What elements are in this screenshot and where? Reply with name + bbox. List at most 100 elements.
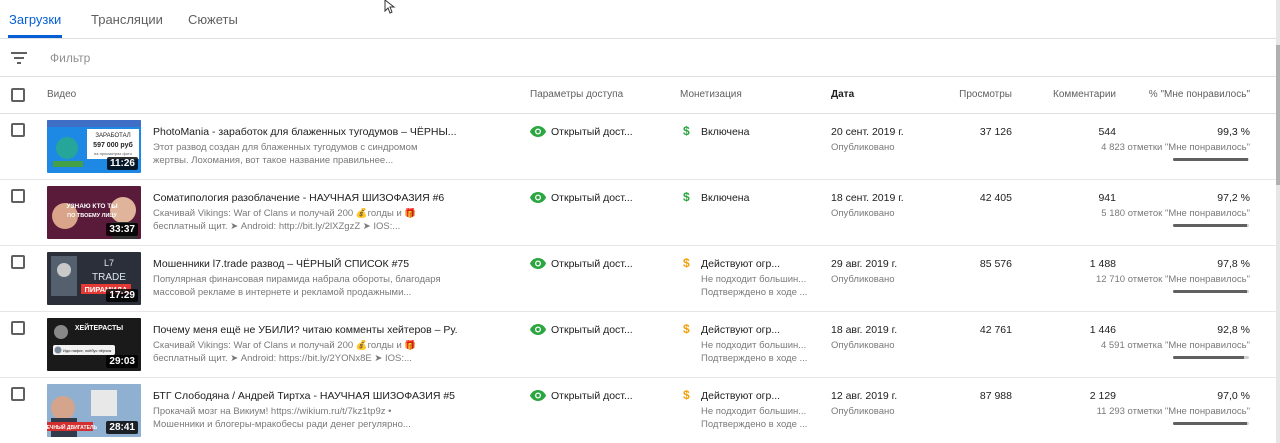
- video-duration: 28:41: [106, 421, 138, 434]
- comments-count[interactable]: 941: [1046, 192, 1116, 204]
- video-title[interactable]: PhotoMania - заработок для блаженных туг…: [153, 126, 458, 138]
- likes-ratio-bar: [1173, 290, 1249, 293]
- visibility-dropdown[interactable]: Открытый дост...: [530, 191, 650, 205]
- svg-text:УЗНАЮ КТО ТЫ: УЗНАЮ КТО ТЫ: [66, 203, 117, 210]
- svg-text:ХЕЙТЕРАСТЫ: ХЕЙТЕРАСТЫ: [75, 323, 123, 332]
- scrollbar[interactable]: [1276, 0, 1280, 443]
- column-video: Видео: [47, 89, 77, 100]
- table-row[interactable]: L7TRADEПИРАМИДА 17:29 Мошенники l7.trade…: [0, 246, 1276, 312]
- publish-status: Опубликовано: [831, 142, 895, 153]
- monetization-details: Не подходит большин... Подтверждено в хо…: [701, 406, 811, 431]
- publish-date: 20 сент. 2019 г.: [831, 126, 904, 138]
- likes-percent: 92,8 %: [1217, 324, 1250, 336]
- monetization-detail-line: Не подходит большин...: [701, 340, 807, 351]
- row-checkbox[interactable]: [11, 321, 25, 335]
- filter-icon[interactable]: [11, 52, 27, 64]
- views-count: 85 576: [979, 258, 1012, 270]
- video-thumbnail[interactable]: ВЕЧНЫЙ ДВИГАТЕЛЬ 28:41: [47, 384, 141, 437]
- dollar-icon[interactable]: $: [683, 124, 690, 138]
- visibility-dropdown[interactable]: Открытый дост...: [530, 257, 650, 271]
- video-description: Скачивай Vikings: War of Clans и получай…: [153, 340, 453, 365]
- likes-count: 4 823 отметки "Мне понравилось": [1101, 142, 1250, 153]
- column-comments[interactable]: Комментарии: [1036, 89, 1116, 100]
- likes-ratio-bar: [1173, 356, 1249, 359]
- publish-date: 12 авг. 2019 г.: [831, 390, 898, 402]
- video-description: Этот развод создан для блаженных тугодум…: [153, 142, 453, 167]
- description-line: Скачивай Vikings: War of Clans и получай…: [153, 208, 417, 219]
- dollar-icon[interactable]: $: [683, 388, 690, 402]
- description-line: Прокачай мозг на Викиум! https://wikium.…: [153, 406, 392, 417]
- likes-count: 4 591 отметка "Мне понравилось": [1100, 340, 1250, 351]
- description-line: массовой рекламе в интернете и рекламой …: [153, 286, 412, 298]
- svg-text:TRADE: TRADE: [92, 272, 126, 283]
- comments-count[interactable]: 2 129: [1046, 390, 1116, 402]
- description-line: Скачивай Vikings: War of Clans и получай…: [153, 340, 417, 351]
- monetization-detail-line: Не подходит большин...: [701, 274, 807, 285]
- video-title[interactable]: Мошенники l7.trade развод – ЧЁРНЫЙ СПИСО…: [153, 258, 458, 270]
- svg-text:ВЕЧНЫЙ ДВИГАТЕЛЬ: ВЕЧНЫЙ ДВИГАТЕЛЬ: [47, 423, 97, 431]
- visibility-label: Открытый дост...: [551, 324, 633, 336]
- visibility-dropdown[interactable]: Открытый дост...: [530, 389, 650, 403]
- row-checkbox[interactable]: [11, 189, 25, 203]
- likes-ratio-bar: [1173, 224, 1249, 227]
- svg-text:597 000 руб: 597 000 руб: [93, 141, 133, 149]
- visibility-label: Открытый дост...: [551, 258, 633, 270]
- select-all-checkbox[interactable]: [11, 88, 25, 102]
- eye-icon: [530, 192, 546, 203]
- dollar-icon[interactable]: $: [683, 256, 690, 270]
- monetization-label[interactable]: Действуют огр...: [701, 390, 780, 402]
- tab-stories[interactable]: Сюжеты: [188, 12, 238, 27]
- eye-icon: [530, 258, 546, 269]
- column-monetization[interactable]: Монетизация: [680, 89, 742, 100]
- monetization-label[interactable]: Действуют огр...: [701, 324, 780, 336]
- description-line: бесплатный щит. ➤ Android: http://bit.ly…: [153, 220, 401, 232]
- filter-input[interactable]: [50, 49, 350, 67]
- table-row[interactable]: ВЕЧНЫЙ ДВИГАТЕЛЬ 28:41 БТГ Слободяна / А…: [0, 378, 1276, 443]
- mouse-cursor-icon: [384, 0, 396, 14]
- description-line: Мошенники и блогеры-мракобесы ради денег…: [153, 418, 411, 430]
- video-title[interactable]: Почему меня ещё не УБИЛИ? читаю комменты…: [153, 324, 458, 336]
- tab-live[interactable]: Трансляции: [91, 12, 163, 27]
- scrollbar-thumb[interactable]: [1276, 45, 1280, 185]
- dollar-icon[interactable]: $: [683, 190, 690, 204]
- comments-count[interactable]: 1 446: [1046, 324, 1116, 336]
- likes-percent: 99,3 %: [1217, 126, 1250, 138]
- video-thumbnail[interactable]: ЗАРАБОТАЛ 597 000 руб на просмотрах фото 1…: [47, 120, 141, 173]
- publish-status: Опубликовано: [831, 340, 895, 351]
- dollar-icon[interactable]: $: [683, 322, 690, 336]
- likes-ratio-bar: [1173, 158, 1249, 161]
- row-checkbox[interactable]: [11, 255, 25, 269]
- video-thumbnail[interactable]: ХЕЙТЕРАСТЫ Иди нафиг, поёбус пёрчик 29:03: [47, 318, 141, 371]
- row-checkbox[interactable]: [11, 123, 25, 137]
- tab-bar: Загрузки Трансляции Сюжеты: [0, 0, 1276, 39]
- svg-text:ПО ТВОЕМУ ЛИЦУ: ПО ТВОЕМУ ЛИЦУ: [67, 213, 117, 219]
- table-row[interactable]: ХЕЙТЕРАСТЫ Иди нафиг, поёбус пёрчик 29:03…: [0, 312, 1276, 378]
- visibility-dropdown[interactable]: Открытый дост...: [530, 323, 650, 337]
- video-title[interactable]: БТГ Слободяна / Андрей Тиртха - НАУЧНАЯ …: [153, 390, 458, 402]
- monetization-label[interactable]: Включена: [701, 192, 749, 204]
- active-tab-indicator: [8, 35, 62, 38]
- monetization-detail-line: Не подходит большин...: [701, 406, 807, 417]
- description-line: бесплатный щит. ➤ Android: https://bit.l…: [153, 352, 412, 364]
- video-title[interactable]: Соматипология разоблачение - НАУЧНАЯ ШИЗ…: [153, 192, 458, 204]
- video-thumbnail[interactable]: УЗНАЮ КТО ТЫ ПО ТВОЕМУ ЛИЦУ 33:37: [47, 186, 141, 239]
- column-likes[interactable]: % "Мне понравилось": [1130, 89, 1250, 100]
- table-row[interactable]: УЗНАЮ КТО ТЫ ПО ТВОЕМУ ЛИЦУ 33:37 Соматип…: [0, 180, 1276, 246]
- comments-count[interactable]: 1 488: [1046, 258, 1116, 270]
- column-date[interactable]: Дата: [831, 89, 854, 100]
- monetization-label[interactable]: Действуют огр...: [701, 258, 780, 270]
- monetization-label[interactable]: Включена: [701, 126, 749, 138]
- row-checkbox[interactable]: [11, 387, 25, 401]
- table-row[interactable]: ЗАРАБОТАЛ 597 000 руб на просмотрах фото 1…: [0, 114, 1276, 180]
- likes-ratio-fill: [1173, 158, 1249, 161]
- visibility-dropdown[interactable]: Открытый дост...: [530, 125, 650, 139]
- comments-count[interactable]: 544: [1046, 126, 1116, 138]
- filter-bar: [0, 40, 1276, 77]
- column-visibility[interactable]: Параметры доступа: [530, 89, 623, 100]
- tab-uploads[interactable]: Загрузки: [9, 12, 61, 27]
- video-thumbnail[interactable]: L7TRADEПИРАМИДА 17:29: [47, 252, 141, 305]
- column-views[interactable]: Просмотры: [930, 89, 1012, 100]
- likes-ratio-fill: [1173, 422, 1247, 425]
- eye-icon: [530, 324, 546, 335]
- video-duration: 33:37: [106, 223, 138, 236]
